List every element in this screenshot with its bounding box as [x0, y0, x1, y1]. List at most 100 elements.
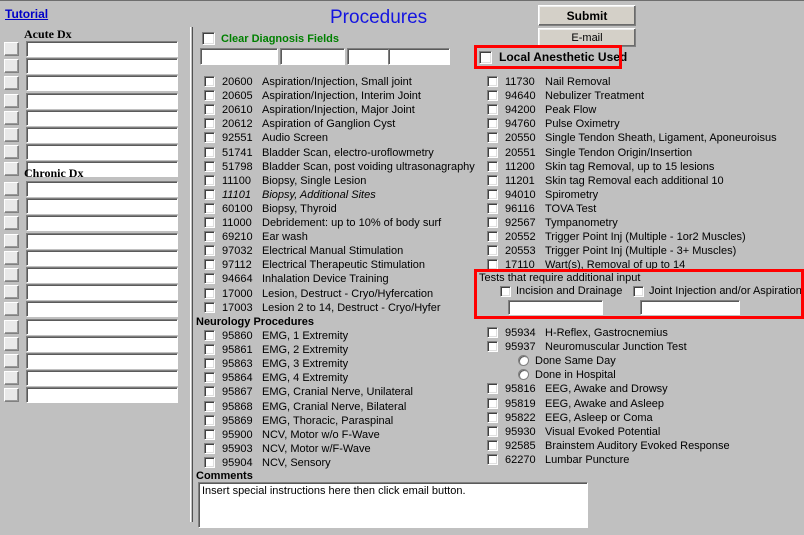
procedure-checkbox[interactable] — [204, 188, 215, 200]
dx-row-input[interactable] — [26, 75, 178, 92]
dx-row-checkbox[interactable] — [4, 199, 19, 214]
procedure-checkbox[interactable] — [204, 202, 215, 214]
neuromuscular-option-radio[interactable] — [518, 369, 529, 381]
procedure-checkbox[interactable] — [204, 456, 215, 468]
procedure-checkbox[interactable] — [204, 330, 215, 341]
dx-row-checkbox[interactable] — [4, 371, 19, 386]
procedure-checkbox[interactable] — [487, 188, 498, 200]
dx-row-checkbox[interactable] — [4, 216, 19, 231]
diagnosis-code-field[interactable] — [388, 48, 450, 65]
procedure-checkbox[interactable] — [204, 118, 215, 130]
procedure-checkbox[interactable] — [487, 425, 498, 437]
dx-row-checkbox[interactable] — [4, 182, 19, 196]
clear-diagnosis-checkbox[interactable] — [202, 32, 215, 45]
local-anesthetic-row[interactable]: Local Anesthetic Used — [479, 49, 627, 65]
clear-diagnosis-row[interactable]: Clear Diagnosis Fields — [202, 32, 339, 46]
procedure-checkbox[interactable] — [487, 245, 498, 257]
test-input[interactable] — [640, 300, 740, 315]
procedure-checkbox[interactable] — [487, 160, 498, 172]
procedure-checkbox[interactable] — [204, 146, 215, 158]
procedure-checkbox[interactable] — [487, 174, 498, 186]
dx-row-checkbox[interactable] — [4, 59, 19, 74]
procedure-checkbox[interactable] — [487, 132, 498, 144]
dx-row-checkbox[interactable] — [4, 76, 19, 91]
procedure-checkbox[interactable] — [487, 146, 498, 158]
procedure-checkbox[interactable] — [204, 90, 215, 102]
dx-row-checkbox[interactable] — [4, 93, 19, 108]
procedure-checkbox[interactable] — [487, 104, 498, 116]
procedure-checkbox[interactable] — [204, 259, 215, 271]
procedure-checkbox[interactable] — [204, 301, 215, 313]
dx-row-input[interactable] — [26, 41, 178, 57]
dx-row-input[interactable] — [26, 387, 178, 404]
procedure-checkbox[interactable] — [204, 76, 215, 87]
dx-row-checkbox[interactable] — [4, 128, 19, 142]
dx-row-checkbox[interactable] — [4, 250, 19, 265]
procedure-checkbox[interactable] — [487, 383, 498, 395]
dx-row-input[interactable] — [26, 181, 178, 197]
dx-row-input[interactable] — [26, 92, 178, 109]
dx-row-input[interactable] — [26, 232, 178, 249]
dx-row-input[interactable] — [26, 215, 178, 232]
procedure-checkbox[interactable] — [487, 231, 498, 243]
procedure-checkbox[interactable] — [204, 104, 215, 116]
tutorial-link[interactable]: Tutorial — [5, 7, 48, 21]
procedure-checkbox[interactable] — [487, 453, 498, 465]
procedure-checkbox[interactable] — [204, 231, 215, 243]
procedure-checkbox[interactable] — [487, 341, 498, 353]
procedure-checkbox[interactable] — [487, 439, 498, 451]
dx-row-checkbox[interactable] — [4, 42, 19, 56]
dx-row-checkbox[interactable] — [4, 336, 19, 351]
diagnosis-code-field[interactable] — [280, 48, 345, 65]
dx-row-checkbox[interactable] — [4, 145, 19, 160]
test-input[interactable] — [508, 300, 603, 315]
dx-row-input[interactable] — [26, 198, 178, 215]
procedure-checkbox[interactable] — [204, 245, 215, 257]
procedure-checkbox[interactable] — [204, 358, 215, 370]
dx-row-input[interactable] — [26, 144, 178, 161]
procedure-checkbox[interactable] — [487, 259, 498, 271]
procedure-checkbox[interactable] — [204, 132, 215, 144]
dx-row-input[interactable] — [26, 127, 178, 143]
dx-row-input[interactable] — [26, 58, 178, 75]
procedure-checkbox[interactable] — [204, 160, 215, 172]
dx-row-input[interactable] — [26, 284, 178, 301]
procedure-checkbox[interactable] — [204, 344, 215, 356]
procedure-checkbox[interactable] — [204, 273, 215, 285]
procedure-checkbox[interactable] — [204, 414, 215, 426]
dx-row-input[interactable] — [26, 335, 178, 352]
dx-row-checkbox[interactable] — [4, 162, 19, 177]
dx-row-input[interactable] — [26, 249, 178, 266]
procedure-checkbox[interactable] — [204, 217, 215, 228]
email-button[interactable]: E-mail — [538, 28, 636, 47]
procedure-checkbox[interactable] — [204, 174, 215, 186]
local-anesthetic-checkbox[interactable] — [479, 50, 492, 64]
dx-row-checkbox[interactable] — [4, 354, 19, 368]
submit-button[interactable]: Submit — [538, 5, 636, 26]
test-checkbox[interactable] — [633, 286, 644, 297]
procedure-checkbox[interactable] — [487, 327, 498, 338]
procedure-checkbox[interactable] — [487, 202, 498, 214]
dx-row-input[interactable] — [26, 370, 178, 387]
neuromuscular-option-radio[interactable] — [518, 355, 529, 367]
diagnosis-code-field[interactable] — [200, 48, 278, 65]
procedure-checkbox[interactable] — [204, 400, 215, 412]
dx-row-input[interactable] — [26, 353, 178, 369]
dx-row-checkbox[interactable] — [4, 285, 19, 300]
dx-row-input[interactable] — [26, 318, 178, 335]
dx-row-input[interactable] — [26, 301, 178, 318]
procedure-checkbox[interactable] — [204, 442, 215, 454]
procedure-checkbox[interactable] — [487, 411, 498, 423]
procedure-checkbox[interactable] — [487, 397, 498, 409]
procedure-checkbox[interactable] — [487, 90, 498, 102]
dx-row-checkbox[interactable] — [4, 388, 19, 403]
procedure-checkbox[interactable] — [487, 118, 498, 130]
dx-row-checkbox[interactable] — [4, 302, 19, 317]
comments-input[interactable] — [198, 482, 588, 528]
dx-row-input[interactable] — [26, 267, 178, 283]
procedure-checkbox[interactable] — [487, 217, 498, 228]
procedure-checkbox[interactable] — [204, 372, 215, 384]
procedure-checkbox[interactable] — [204, 287, 215, 299]
procedure-checkbox[interactable] — [204, 428, 215, 440]
procedure-checkbox[interactable] — [487, 76, 498, 87]
